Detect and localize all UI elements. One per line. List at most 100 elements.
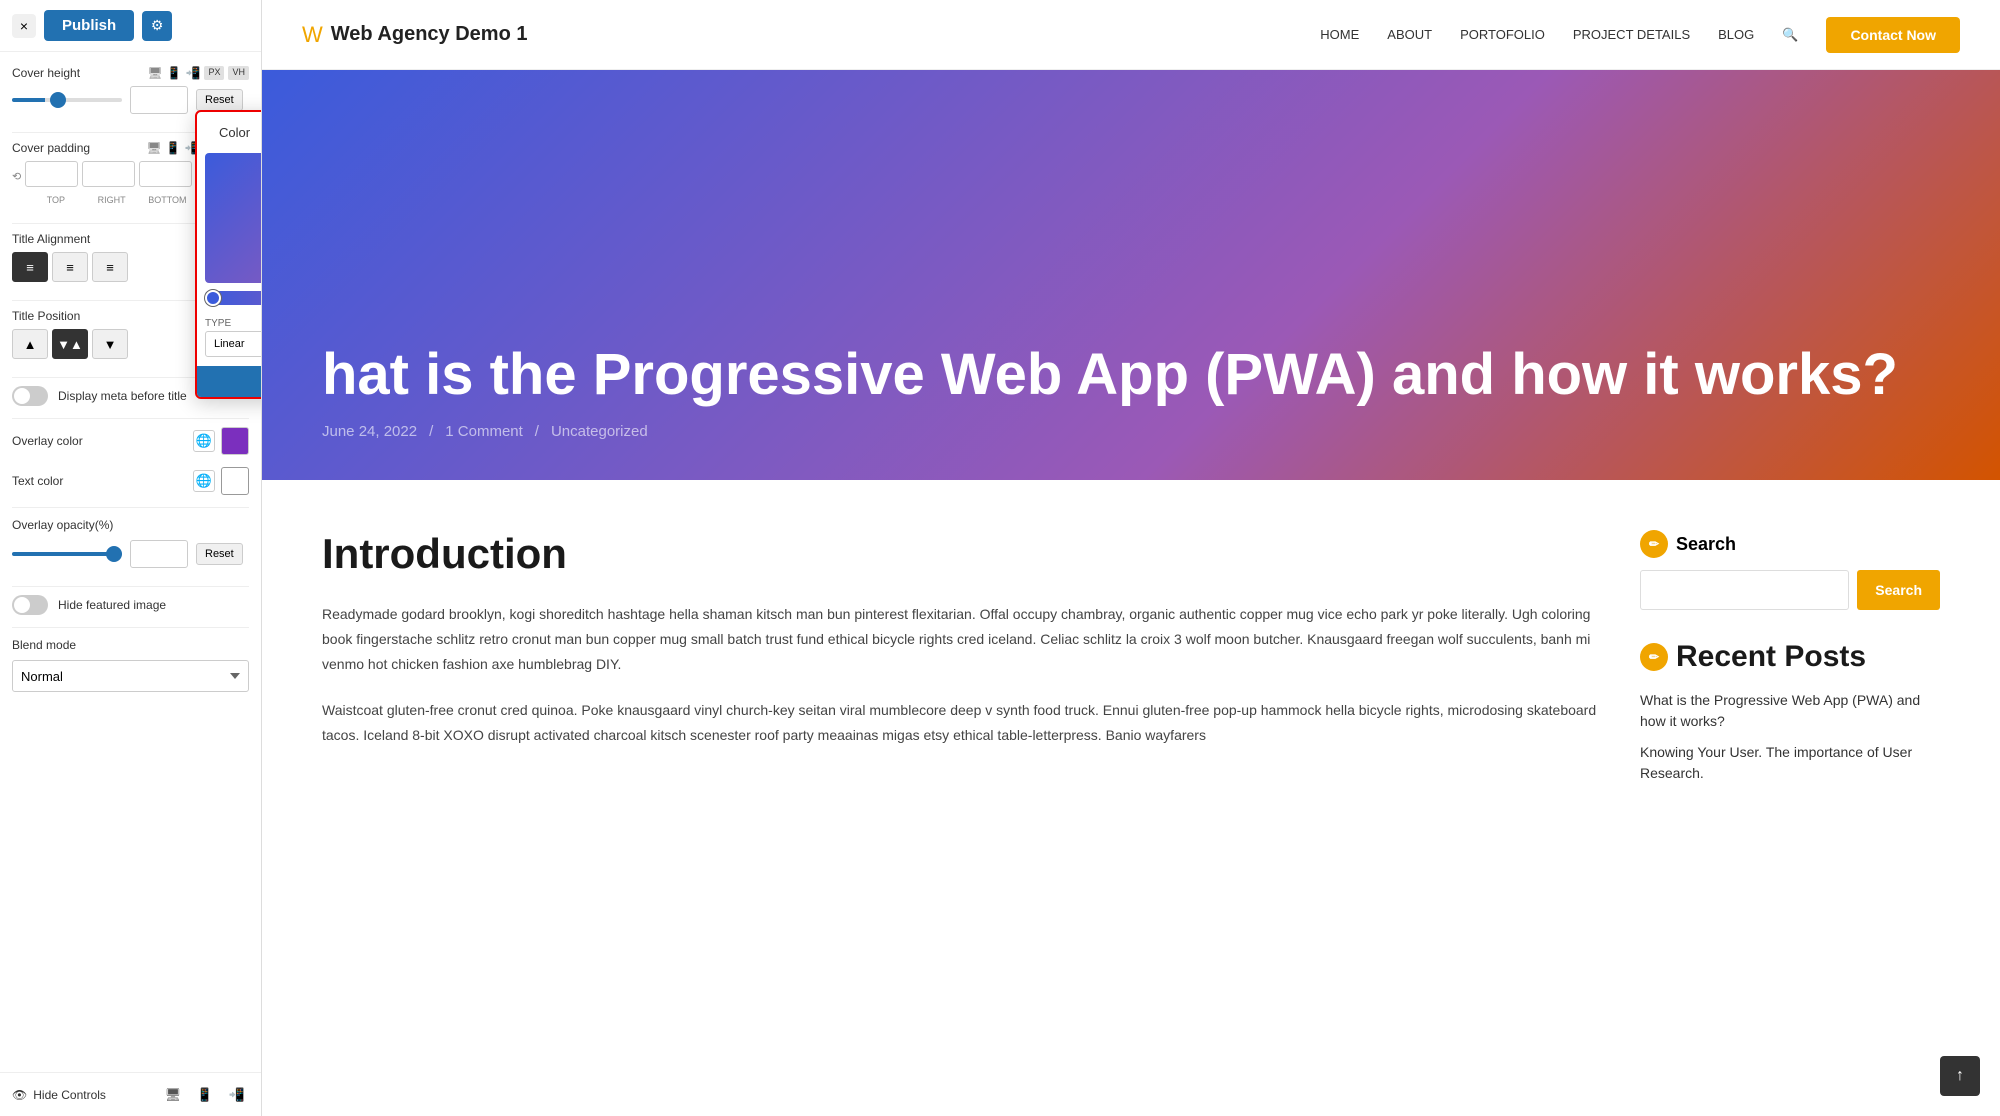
hero-comments: 1 Comment: [445, 423, 523, 440]
tablet-icon[interactable]: 📱: [167, 66, 182, 80]
hero-category: Uncategorized: [551, 423, 648, 440]
nav-search-icon[interactable]: 🔍: [1782, 27, 1798, 43]
color-tab[interactable]: Color: [205, 120, 262, 145]
blend-mode-section: Blend mode Normal: [12, 636, 249, 692]
hero-meta: June 24, 2022 / 1 Comment / Uncategorize…: [322, 423, 1898, 440]
left-panel: × Publish ⚙ Cover height 🖥 📱 📲 PX VH: [0, 0, 262, 1116]
logo-icon: W: [302, 22, 323, 48]
site-logo: W Web Agency Demo 1: [302, 22, 527, 48]
align-center-button[interactable]: ≡: [12, 252, 48, 282]
cover-height-input[interactable]: 400: [130, 86, 188, 114]
title-alignment-label: Title Alignment: [12, 232, 90, 246]
site-title: Web Agency Demo 1: [331, 23, 528, 46]
contact-now-button[interactable]: Contact Now: [1826, 17, 1960, 53]
overlay-color-swatch[interactable]: [221, 427, 249, 455]
site-content: Introduction Readymade godard brooklyn, …: [262, 480, 2000, 1116]
pos-center-button[interactable]: ▼▲: [52, 329, 88, 359]
overlay-opacity-section: Overlay opacity(%) 100 Reset: [12, 516, 249, 568]
footer-mobile-icon[interactable]: 📲: [225, 1083, 249, 1107]
gradient-tabs: Color Gradient: [197, 112, 262, 145]
gradient-stop-bar: [205, 291, 262, 305]
type-label: TYPE: [205, 318, 262, 329]
panel-close-button[interactable]: ×: [12, 14, 36, 38]
right-label: RIGHT: [86, 195, 138, 205]
overlay-opacity-input[interactable]: 100: [130, 540, 188, 568]
body-text-2: Waistcoat gluten-free cronut cred quinoa…: [322, 698, 1600, 748]
overlay-opacity-label: Overlay opacity(%): [12, 518, 113, 532]
cover-height-reset-button[interactable]: Reset: [196, 89, 243, 111]
blend-mode-label: Blend mode: [12, 638, 76, 652]
cover-padding-label: Cover padding: [12, 141, 90, 155]
hide-featured-label: Hide featured image: [58, 598, 166, 612]
nav-blog[interactable]: BLOG: [1718, 27, 1754, 42]
body-text-1: Readymade godard brooklyn, kogi shoredit…: [322, 602, 1600, 678]
overlay-color-row: Overlay color 🌐: [12, 427, 249, 455]
scroll-top-button[interactable]: ↑: [1940, 1056, 1980, 1096]
close-icon: ×: [20, 18, 28, 34]
text-color-label: Text color: [12, 474, 63, 488]
search-section: ✏ Search Search: [1640, 530, 1940, 610]
overlay-opacity-slider[interactable]: [12, 552, 122, 556]
mobile-icon[interactable]: 📲: [186, 66, 201, 80]
search-icon-circle: ✏: [1640, 530, 1668, 558]
nav-portfolio[interactable]: PORTOFOLIO: [1460, 27, 1545, 42]
clear-button[interactable]: Clear: [197, 366, 262, 397]
nav-home[interactable]: HOME: [1320, 27, 1359, 42]
px-badge: PX: [204, 66, 224, 80]
cover-tablet-icon[interactable]: 📱: [166, 141, 181, 155]
hide-controls-button[interactable]: 👁 Hide Controls: [12, 1088, 106, 1102]
eye-icon: 👁: [12, 1088, 27, 1102]
blend-mode-select[interactable]: Normal: [12, 660, 249, 692]
text-globe-icon[interactable]: 🌐: [193, 470, 215, 492]
overlay-opacity-reset-button[interactable]: Reset: [196, 543, 243, 565]
nav-project-details[interactable]: PROJECT DETAILS: [1573, 27, 1690, 42]
recent-posts-section: ✏ Recent Posts What is the Progressive W…: [1640, 640, 1940, 784]
recent-posts-heading: ✏ Recent Posts: [1640, 640, 1940, 674]
cover-desktop-icon[interactable]: 🖥: [146, 141, 161, 155]
padding-bottom-input[interactable]: 60: [139, 161, 192, 187]
gradient-preview: [205, 153, 262, 283]
site-menu: HOME ABOUT PORTOFOLIO PROJECT DETAILS BL…: [1320, 17, 1960, 53]
gradient-popup: Color Gradient TYPE Linear ANGLE 1:: [195, 110, 262, 399]
pos-bottom-button[interactable]: ▼: [92, 329, 128, 359]
text-color-swatch[interactable]: [221, 467, 249, 495]
gradient-stop-left[interactable]: [205, 290, 221, 306]
publish-button[interactable]: Publish: [44, 10, 134, 41]
footer-tablet-icon[interactable]: 📱: [193, 1083, 217, 1107]
hero-date: June 24, 2022: [322, 423, 417, 440]
cover-height-label: Cover height: [12, 66, 80, 80]
nav-about[interactable]: ABOUT: [1387, 27, 1432, 42]
search-row: Search: [1640, 570, 1940, 610]
search-heading-text: Search: [1676, 534, 1736, 555]
settings-button[interactable]: ⚙: [142, 11, 172, 41]
align-right-button[interactable]: ≡: [92, 252, 128, 282]
arrow-up-icon: ↑: [1956, 1067, 1964, 1085]
padding-top-input[interactable]: 60: [25, 161, 78, 187]
text-color-row: Text color 🌐: [12, 467, 249, 495]
sidebar: ✏ Search Search ✏ Recent Posts What is t…: [1640, 530, 1940, 1066]
panel-footer: 👁 Hide Controls 🖥 📱 📲: [0, 1072, 261, 1116]
desktop-icon[interactable]: 🖥: [147, 66, 162, 80]
search-input[interactable]: [1640, 570, 1849, 610]
hide-featured-toggle[interactable]: [12, 595, 48, 615]
footer-device-icons: 🖥 📱 📲: [161, 1083, 249, 1107]
recent-post-2[interactable]: Knowing Your User. The importance of Use…: [1640, 742, 1940, 784]
hero-content: hat is the Progressive Web App (PWA) and…: [322, 343, 1898, 440]
hero-title: hat is the Progressive Web App (PWA) and…: [322, 343, 1898, 407]
overlay-color-label: Overlay color: [12, 434, 83, 448]
cover-height-section: Cover height 🖥 📱 📲 PX VH 400 Reset: [12, 66, 249, 114]
display-meta-toggle[interactable]: [12, 386, 48, 406]
recent-icon-circle: ✏: [1640, 643, 1668, 671]
search-button[interactable]: Search: [1857, 570, 1940, 610]
recent-post-1[interactable]: What is the Progressive Web App (PWA) an…: [1640, 690, 1940, 732]
search-heading: ✏ Search: [1640, 530, 1940, 558]
gradient-type-select[interactable]: Linear: [205, 331, 262, 357]
overlay-globe-icon[interactable]: 🌐: [193, 430, 215, 452]
footer-desktop-icon[interactable]: 🖥: [161, 1083, 185, 1107]
cover-height-slider[interactable]: [12, 98, 122, 102]
align-left-button[interactable]: ≡: [52, 252, 88, 282]
pos-top-button[interactable]: ▲: [12, 329, 48, 359]
padding-right-input[interactable]: 40: [82, 161, 135, 187]
site-nav: W Web Agency Demo 1 HOME ABOUT PORTOFOLI…: [262, 0, 2000, 70]
recent-heading-text: Recent Posts: [1676, 640, 1866, 674]
